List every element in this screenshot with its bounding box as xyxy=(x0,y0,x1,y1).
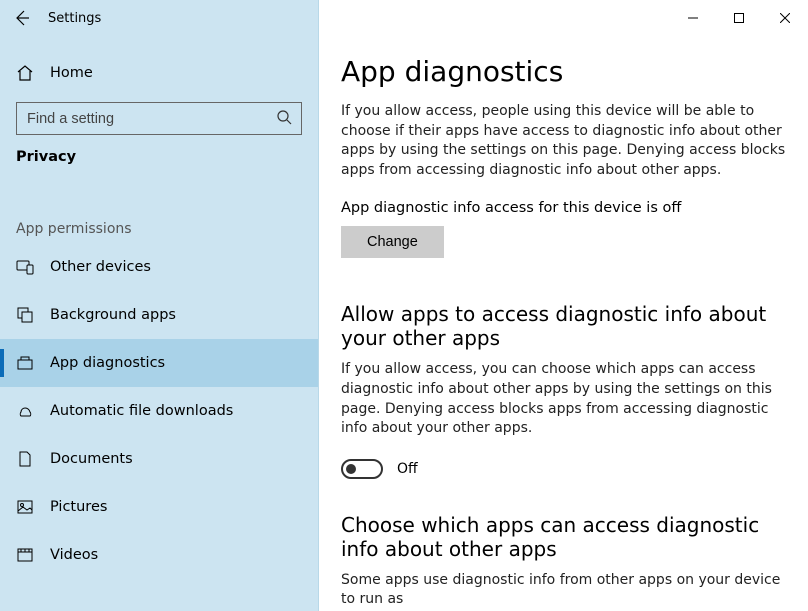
content: App diagnostics If you allow access, peo… xyxy=(319,0,808,611)
sidebar-item-pictures[interactable]: Pictures xyxy=(0,483,318,531)
nav-list: Other devices Background apps App diagnost… xyxy=(0,243,318,579)
other-devices-icon xyxy=(16,258,34,276)
home-icon xyxy=(16,64,34,82)
change-button[interactable]: Change xyxy=(341,226,444,258)
home-label: Home xyxy=(50,65,93,81)
automatic-file-downloads-icon xyxy=(16,402,34,420)
sidebar-item-background-apps[interactable]: Background apps xyxy=(0,291,318,339)
sidebar-item-label: Videos xyxy=(50,547,98,563)
titlebar-left: Settings xyxy=(0,0,318,36)
sidebar: Settings Home Privacy App permissions Ot… xyxy=(0,0,319,611)
maximize-button[interactable] xyxy=(716,0,762,36)
category-label: Privacy xyxy=(0,135,318,171)
sidebar-item-videos[interactable]: Videos xyxy=(0,531,318,579)
toggle-row: Off xyxy=(341,459,786,479)
section2-heading: Allow apps to access diagnostic info abo… xyxy=(341,302,786,350)
search-input[interactable] xyxy=(16,102,302,135)
videos-icon xyxy=(16,546,34,564)
home-nav[interactable]: Home xyxy=(0,54,318,92)
close-button[interactable] xyxy=(762,0,808,36)
search-icon xyxy=(276,109,292,129)
section3-heading: Choose which apps can access diagnostic … xyxy=(341,513,786,561)
section-label: App permissions xyxy=(0,171,318,243)
page-title: App diagnostics xyxy=(341,55,786,88)
caption-buttons xyxy=(670,0,808,36)
section2-text: If you allow access, you can choose whic… xyxy=(341,360,786,438)
minimize-button[interactable] xyxy=(670,0,716,36)
status-line: App diagnostic info access for this devi… xyxy=(341,200,786,216)
sidebar-item-app-diagnostics[interactable]: App diagnostics xyxy=(0,339,318,387)
sidebar-item-label: App diagnostics xyxy=(50,355,165,371)
search-wrap xyxy=(16,102,302,135)
settings-window: Settings Home Privacy App permissions Ot… xyxy=(0,0,808,611)
section3-text: Some apps use diagnostic info from other… xyxy=(341,571,786,610)
sidebar-item-label: Background apps xyxy=(50,307,176,323)
window-title: Settings xyxy=(48,11,101,26)
pictures-icon xyxy=(16,498,34,516)
sidebar-item-label: Other devices xyxy=(50,259,151,275)
sidebar-item-label: Automatic file downloads xyxy=(50,403,233,419)
sidebar-item-label: Pictures xyxy=(50,499,107,515)
app-diagnostics-icon xyxy=(16,354,34,372)
allow-toggle[interactable] xyxy=(341,459,383,479)
sidebar-item-other-devices[interactable]: Other devices xyxy=(0,243,318,291)
toggle-state-label: Off xyxy=(397,461,418,477)
intro-text: If you allow access, people using this d… xyxy=(341,102,786,180)
sidebar-item-label: Documents xyxy=(50,451,133,467)
documents-icon xyxy=(16,450,34,468)
background-apps-icon xyxy=(16,306,34,324)
sidebar-item-automatic-file-downloads[interactable]: Automatic file downloads xyxy=(0,387,318,435)
sidebar-item-documents[interactable]: Documents xyxy=(0,435,318,483)
back-button[interactable] xyxy=(14,10,30,26)
